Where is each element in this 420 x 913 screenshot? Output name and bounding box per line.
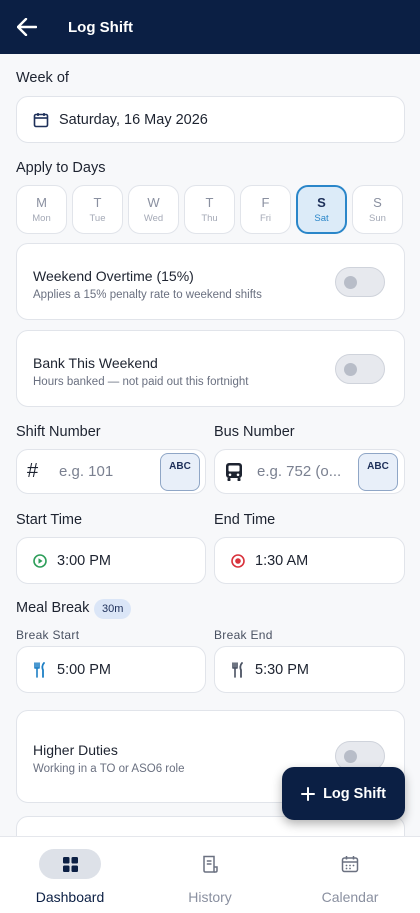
utensils-icon: [34, 661, 45, 678]
day-selector: M Mon T Tue W Wed T Thu F Fri S Sat S Sun: [16, 185, 403, 234]
nav-dashboard-label: Dashboard: [35, 889, 105, 905]
end-time-label: End Time: [214, 512, 276, 528]
plus-icon: [301, 786, 316, 801]
log-shift-label: Log Shift: [323, 785, 386, 802]
bank-weekend-subtitle: Hours banked — not paid out this fortnig…: [33, 376, 249, 388]
nav-calendar-label: Calendar: [321, 889, 379, 905]
hash-icon: #: [27, 460, 39, 482]
break-start-value: 5:00 PM: [57, 661, 111, 678]
bus-icon: [226, 462, 242, 481]
bus-keyboard-toggle[interactable]: ABC: [358, 453, 398, 491]
bus-number-placeholder: e.g. 752 (o...: [257, 463, 342, 480]
week-field[interactable]: Saturday, 16 May 2026: [16, 96, 405, 143]
start-time-field[interactable]: 3:00 PM: [16, 537, 206, 584]
start-time-value: 3:00 PM: [57, 552, 111, 569]
shift-number-input[interactable]: # e.g. 101 ABC: [16, 449, 206, 494]
log-shift-button[interactable]: Log Shift: [282, 767, 405, 820]
shift-keyboard-toggle[interactable]: ABC: [160, 453, 200, 491]
start-time-label: Start Time: [16, 512, 83, 528]
day-thu[interactable]: T Thu: [184, 185, 235, 234]
meal-break-badge: 30m: [94, 599, 132, 619]
week-value: Saturday, 16 May 2026: [59, 111, 208, 128]
arrow-left-icon: [17, 18, 37, 36]
bank-weekend-toggle[interactable]: [335, 354, 385, 384]
day-mon[interactable]: M Mon: [16, 185, 67, 234]
week-label: Week of: [16, 70, 69, 86]
history-icon: [203, 855, 218, 873]
shift-number-placeholder: e.g. 101: [59, 463, 114, 480]
toggle-knob: [344, 276, 357, 289]
bus-number-label: Bus Number: [214, 424, 295, 440]
break-end-label: Break End: [214, 628, 273, 642]
back-button[interactable]: [0, 0, 54, 54]
nav-calendar[interactable]: Calendar: [280, 837, 420, 913]
nav-history-pill: [179, 849, 241, 879]
day-sun[interactable]: S Sun: [352, 185, 403, 234]
play-circle-icon: [33, 553, 47, 568]
break-start-label: Break Start: [16, 628, 80, 642]
calendar-icon: [33, 112, 49, 127]
break-start-field[interactable]: 5:00 PM: [16, 646, 206, 693]
end-time-field[interactable]: 1:30 AM: [214, 537, 405, 584]
stop-circle-icon: [231, 553, 245, 568]
weekend-overtime-toggle[interactable]: [335, 267, 385, 297]
form-content[interactable]: Week of Saturday, 16 May 2026 Apply to D…: [0, 54, 420, 836]
meal-break-label: Meal Break: [16, 600, 90, 616]
day-wed[interactable]: W Wed: [128, 185, 179, 234]
dashboard-icon: [62, 856, 78, 872]
higher-duties-subtitle: Working in a TO or ASO6 role: [33, 763, 185, 775]
break-end-value: 5:30 PM: [255, 661, 309, 678]
weekend-overtime-title: Weekend Overtime (15%): [33, 268, 194, 284]
calendar-icon: [341, 856, 359, 873]
page-title: Log Shift: [68, 18, 133, 36]
weekend-overtime-card: Weekend Overtime (15%) Applies a 15% pen…: [16, 243, 405, 320]
toggle-knob: [344, 750, 357, 763]
nav-active-indicator: [39, 849, 101, 879]
nav-history-label: History: [188, 889, 232, 905]
app-header: Log Shift: [0, 0, 420, 54]
nav-calendar-pill: [319, 849, 381, 879]
bottom-nav: Dashboard History Calendar: [0, 836, 420, 913]
bank-weekend-title: Bank This Weekend: [33, 355, 158, 371]
nav-dashboard[interactable]: Dashboard: [0, 837, 140, 913]
days-label: Apply to Days: [16, 160, 106, 176]
weekend-overtime-subtitle: Applies a 15% penalty rate to weekend sh…: [33, 289, 262, 301]
bus-number-input[interactable]: e.g. 752 (o... ABC: [214, 449, 405, 494]
nav-history[interactable]: History: [140, 837, 280, 913]
bank-weekend-card: Bank This Weekend Hours banked — not pai…: [16, 330, 405, 407]
day-fri[interactable]: F Fri: [240, 185, 291, 234]
day-tue[interactable]: T Tue: [72, 185, 123, 234]
shift-number-label: Shift Number: [16, 424, 101, 440]
utensils-icon: [232, 661, 243, 678]
day-sat[interactable]: S Sat: [296, 185, 347, 234]
toggle-knob: [344, 363, 357, 376]
higher-duties-title: Higher Duties: [33, 742, 118, 758]
break-end-field[interactable]: 5:30 PM: [214, 646, 405, 693]
end-time-value: 1:30 AM: [255, 552, 309, 569]
